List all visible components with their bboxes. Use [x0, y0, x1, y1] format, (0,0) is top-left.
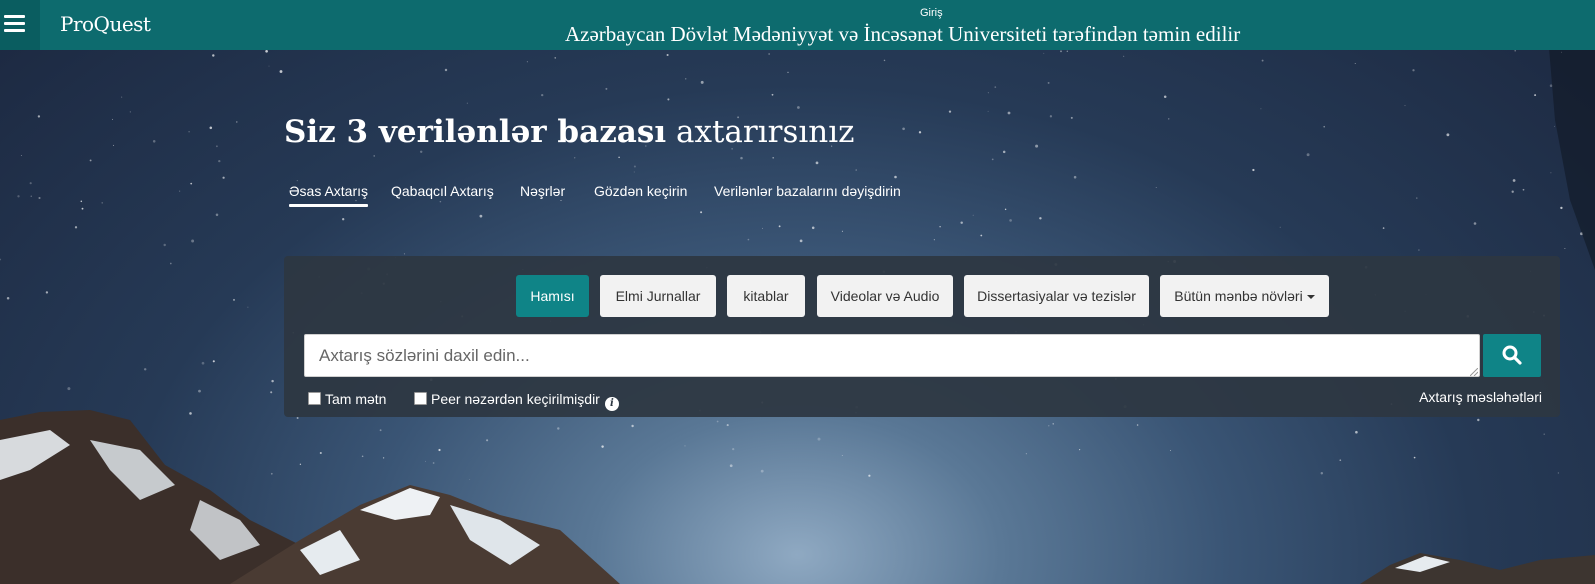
search-input[interactable]	[304, 334, 1480, 377]
source-type-scholarly-journals[interactable]: Elmi Jurnallar	[600, 275, 716, 317]
full-text-label: Tam mətn	[325, 391, 387, 407]
tab-advanced-search[interactable]: Qabaqcıl Axtarış	[391, 183, 494, 207]
peer-reviewed-label: Peer nəzərdən keçirilmişdir	[431, 391, 600, 407]
tab-change-databases[interactable]: Verilənlər bazalarını dəyişdirin	[714, 183, 901, 207]
tab-browse[interactable]: Gözdən keçirin	[594, 183, 687, 207]
hamburger-icon-line	[4, 29, 25, 32]
search-tips-link[interactable]: Axtarış məsləhətləri	[1419, 389, 1542, 405]
source-type-video-audio[interactable]: Videolar və Audio	[817, 275, 953, 317]
tab-basic-search[interactable]: Əsas Axtarış	[289, 183, 369, 207]
institution-name: Azərbaycan Dövlət Mədəniyyət və İncəsənə…	[565, 22, 1241, 46]
tab-publications[interactable]: Nəşrlər	[520, 183, 565, 207]
source-type-all[interactable]: Hamısı	[516, 275, 589, 317]
menu-button[interactable]	[0, 0, 40, 50]
login-link[interactable]: Giriş	[920, 7, 943, 19]
full-text-filter[interactable]: Tam mətn	[308, 391, 386, 407]
hamburger-icon	[4, 15, 25, 18]
source-type-dissertations[interactable]: Dissertasiyalar və tezislər	[964, 275, 1149, 317]
source-type-all-dropdown[interactable]: Bütün mənbə növləri	[1160, 275, 1329, 317]
full-text-checkbox[interactable]	[308, 392, 321, 405]
page-title-regular: axtarırsınız	[675, 114, 855, 150]
magnifier-icon	[1502, 345, 1522, 365]
top-header: ProQuest Giriş Azərbaycan Dövlət Mədəniy…	[0, 0, 1595, 50]
hamburger-icon-line	[4, 22, 25, 25]
peer-reviewed-checkbox[interactable]	[414, 392, 427, 405]
page-title-bold: Siz 3 verilənlər bazası	[284, 114, 667, 150]
source-type-all-dropdown-label: Bütün mənbə növləri	[1174, 288, 1303, 304]
info-icon[interactable]: i	[604, 397, 619, 411]
source-type-books[interactable]: kitablar	[727, 275, 805, 317]
peer-reviewed-filter[interactable]: Peer nəzərdən keçirilmişdir i	[414, 391, 619, 411]
search-panel: Hamısı Elmi Jurnallar kitablar Videolar …	[284, 256, 1560, 417]
resize-grip-icon	[1470, 368, 1478, 376]
search-button[interactable]	[1483, 334, 1541, 377]
proquest-logo[interactable]: ProQuest	[60, 12, 151, 36]
caret-down-icon	[1306, 295, 1315, 300]
page-title: Siz 3 verilənlər bazası axtarırsınız	[284, 114, 854, 150]
